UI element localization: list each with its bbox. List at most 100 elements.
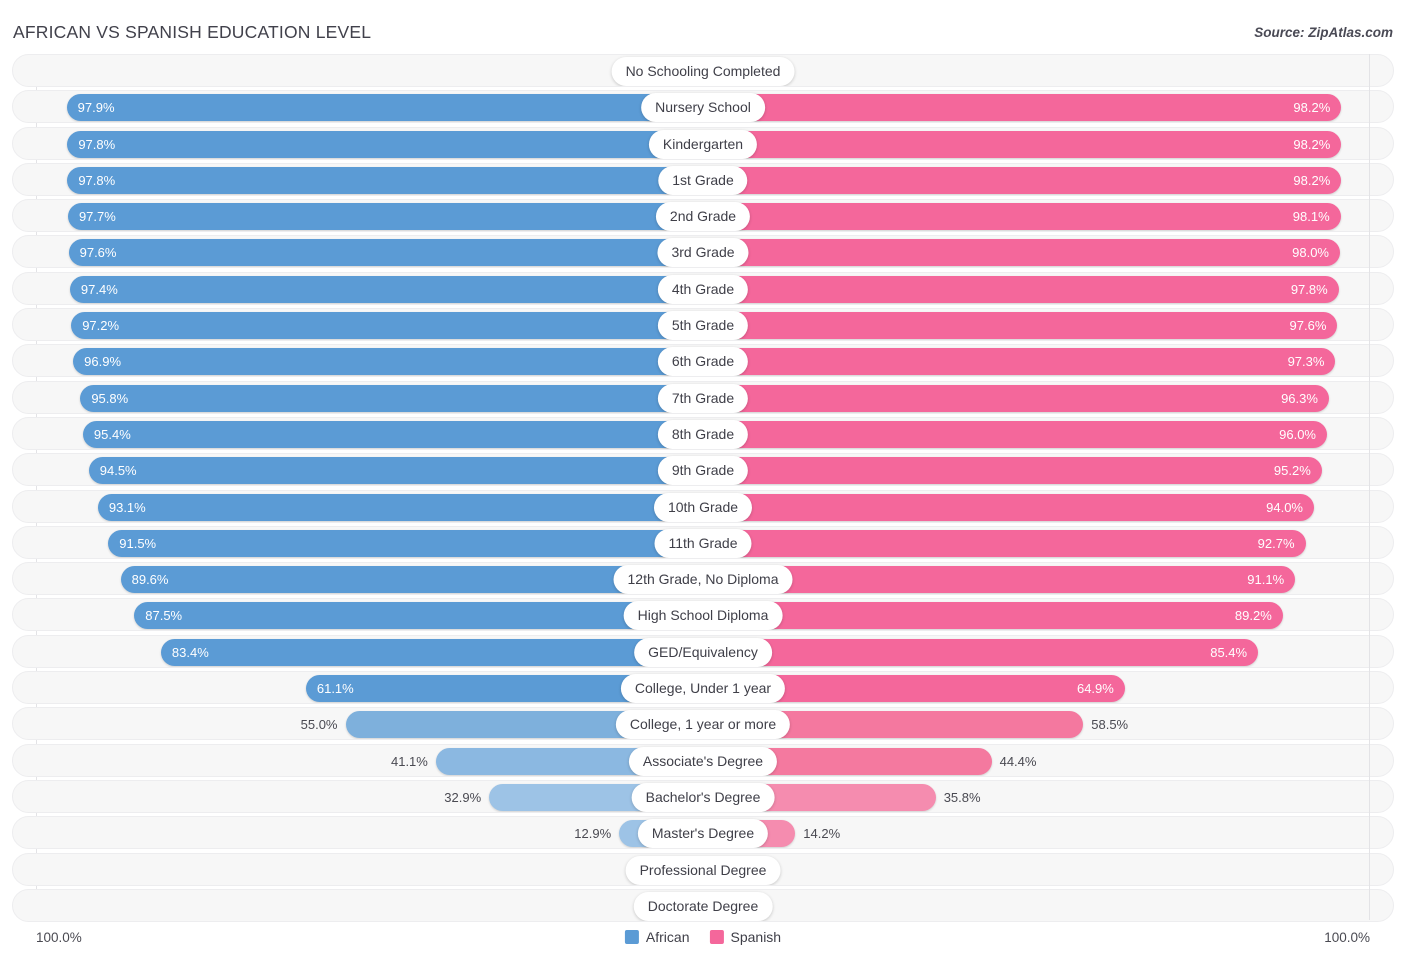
spanish-bar[interactable]: 97.6%: [703, 312, 1338, 340]
african-value-label: 87.5%: [145, 608, 183, 624]
chart-row[interactable]: 83.4% 85.4% GED/Equivalency: [12, 634, 1394, 668]
chart-footer: 100.0% 100.0% African Spanish: [12, 926, 1394, 966]
african-bar[interactable]: 94.5%: [88, 457, 703, 485]
spanish-bar[interactable]: 95.2%: [703, 457, 1322, 485]
african-bar[interactable]: 95.8%: [80, 384, 703, 412]
spanish-bar[interactable]: 85.4%: [703, 638, 1259, 666]
chart-row[interactable]: 41.1% 44.4% Associate's Degree: [12, 743, 1394, 777]
chart-row[interactable]: 93.1% 94.0% 10th Grade: [12, 489, 1394, 523]
chart-row[interactable]: 97.7% 98.1% 2nd Grade: [12, 199, 1394, 233]
chart-row[interactable]: 97.9% 98.2% Nursery School: [12, 90, 1394, 124]
african-bar[interactable]: 97.8%: [67, 166, 703, 194]
chart-row[interactable]: 96.9% 97.3% 6th Grade: [12, 344, 1394, 378]
african-bar[interactable]: 97.6%: [68, 239, 703, 267]
african-bar[interactable]: 91.5%: [108, 529, 703, 557]
chart-row[interactable]: 97.2% 97.6% 5th Grade: [12, 308, 1394, 342]
spanish-value-label: 85.4%: [1210, 644, 1248, 660]
african-bar[interactable]: 83.4%: [160, 638, 703, 666]
chart-row[interactable]: 3.7%4.2%Professional Degree: [12, 852, 1394, 886]
legend-swatch-african: [624, 930, 639, 944]
spanish-bar[interactable]: 98.2%: [703, 94, 1342, 122]
category-label: 2nd Grade: [655, 202, 751, 232]
african-value-label: 95.4%: [93, 426, 131, 442]
chart-row[interactable]: 94.5% 95.2% 9th Grade: [12, 453, 1394, 487]
chart-row[interactable]: 89.6% 91.1% 12th Grade, No Diploma: [12, 562, 1394, 596]
african-bar[interactable]: 95.4%: [82, 420, 703, 448]
african-value-label: 89.6%: [131, 572, 169, 588]
chart-row[interactable]: 97.4% 97.8% 4th Grade: [12, 271, 1394, 305]
african-value-label: 12.9%: [574, 826, 612, 842]
axis-max-left: 100.0%: [36, 930, 82, 945]
spanish-bar[interactable]: 98.2%: [703, 166, 1342, 194]
category-label: Associate's Degree: [628, 746, 778, 776]
spanish-half: 98.2%: [703, 94, 1342, 122]
spanish-value-label: 44.4%: [999, 753, 1037, 769]
african-value-label: 97.8%: [78, 172, 116, 188]
spanish-value-label: 91.1%: [1247, 572, 1285, 588]
african-value-label: 97.9%: [77, 100, 115, 116]
african-value-label: 97.8%: [78, 136, 116, 152]
african-value-label: 97.2%: [82, 318, 120, 334]
chart-row[interactable]: 12.9% 14.2% Master's Degree: [12, 816, 1394, 850]
african-bar[interactable]: 97.2%: [71, 312, 703, 340]
african-value-label: 94.5%: [99, 463, 137, 479]
spanish-bar[interactable]: 94.0%: [703, 493, 1314, 521]
african-half: 91.5%: [108, 529, 703, 557]
african-value-label: 95.8%: [91, 390, 129, 406]
chart-row[interactable]: 61.1% 64.9% College, Under 1 year: [12, 671, 1394, 705]
chart-row[interactable]: 97.8% 98.2% Kindergarten: [12, 126, 1394, 160]
source-attribution: Source: ZipAtlas.com: [1254, 25, 1393, 40]
chart-row[interactable]: 2.2%1.9%No Schooling Completed: [12, 54, 1394, 87]
chart-row[interactable]: 95.4% 96.0% 8th Grade: [12, 416, 1394, 450]
spanish-bar[interactable]: 97.3%: [703, 348, 1336, 376]
legend-item-african[interactable]: African: [624, 929, 689, 945]
spanish-half: 98.2%: [703, 130, 1342, 158]
category-label: 9th Grade: [657, 456, 749, 486]
chart-row[interactable]: 97.6% 98.0% 3rd Grade: [12, 235, 1394, 269]
spanish-bar[interactable]: 98.2%: [703, 130, 1342, 158]
category-label: Nursery School: [641, 93, 765, 123]
category-label: 8th Grade: [657, 419, 749, 449]
spanish-half: 98.2%: [703, 166, 1342, 194]
spanish-bar[interactable]: 97.8%: [703, 275, 1339, 303]
african-bar[interactable]: 97.8%: [67, 130, 703, 158]
category-label: Kindergarten: [648, 129, 758, 159]
african-bar[interactable]: 96.9%: [73, 348, 703, 376]
african-bar[interactable]: 87.5%: [134, 602, 703, 630]
chart-row[interactable]: 55.0% 58.5% College, 1 year or more: [12, 707, 1394, 741]
spanish-value-label: 97.8%: [1290, 281, 1328, 297]
chart-row[interactable]: 91.5% 92.7% 11th Grade: [12, 525, 1394, 559]
african-bar[interactable]: 97.9%: [66, 94, 703, 122]
african-value-label: 97.6%: [79, 245, 117, 261]
chart-row[interactable]: 87.5% 89.2% High School Diploma: [12, 598, 1394, 632]
chart-row[interactable]: 32.9% 35.8% Bachelor's Degree: [12, 779, 1394, 813]
african-value-label: 96.9%: [84, 354, 122, 370]
bar-chart-rows: 2.2%1.9%No Schooling Completed 97.9% 98.2%…: [12, 54, 1394, 926]
category-label: 12th Grade, No Diploma: [613, 565, 793, 595]
african-bar[interactable]: 97.7%: [67, 203, 703, 231]
spanish-half: 85.4%: [703, 638, 1259, 666]
category-label: Master's Degree: [637, 819, 769, 849]
spanish-value-label: 58.5%: [1091, 717, 1129, 733]
chart-row[interactable]: 95.8% 96.3% 7th Grade: [12, 380, 1394, 414]
african-value-label: 97.7%: [78, 209, 116, 225]
african-half: 94.5%: [88, 457, 703, 485]
spanish-bar[interactable]: 98.0%: [703, 239, 1340, 267]
legend-item-spanish[interactable]: Spanish: [709, 929, 781, 945]
chart-row[interactable]: 97.8% 98.2% 1st Grade: [12, 162, 1394, 196]
spanish-bar[interactable]: 89.2%: [703, 602, 1283, 630]
legend: African Spanish: [624, 929, 781, 945]
spanish-bar[interactable]: 98.1%: [703, 203, 1341, 231]
spanish-bar[interactable]: 96.3%: [703, 384, 1329, 412]
spanish-bar[interactable]: 96.0%: [703, 420, 1327, 448]
african-half: 95.8%: [80, 384, 703, 412]
african-half: 97.6%: [68, 239, 703, 267]
spanish-bar[interactable]: 92.7%: [703, 529, 1306, 557]
category-label: 7th Grade: [657, 383, 749, 413]
chart-row[interactable]: 1.6%1.8%Doctorate Degree: [12, 888, 1394, 922]
spanish-half: 94.0%: [703, 493, 1314, 521]
african-half: 95.4%: [82, 420, 703, 448]
african-bar[interactable]: 93.1%: [97, 493, 703, 521]
african-bar[interactable]: 97.4%: [69, 275, 703, 303]
african-half: 97.2%: [71, 312, 703, 340]
